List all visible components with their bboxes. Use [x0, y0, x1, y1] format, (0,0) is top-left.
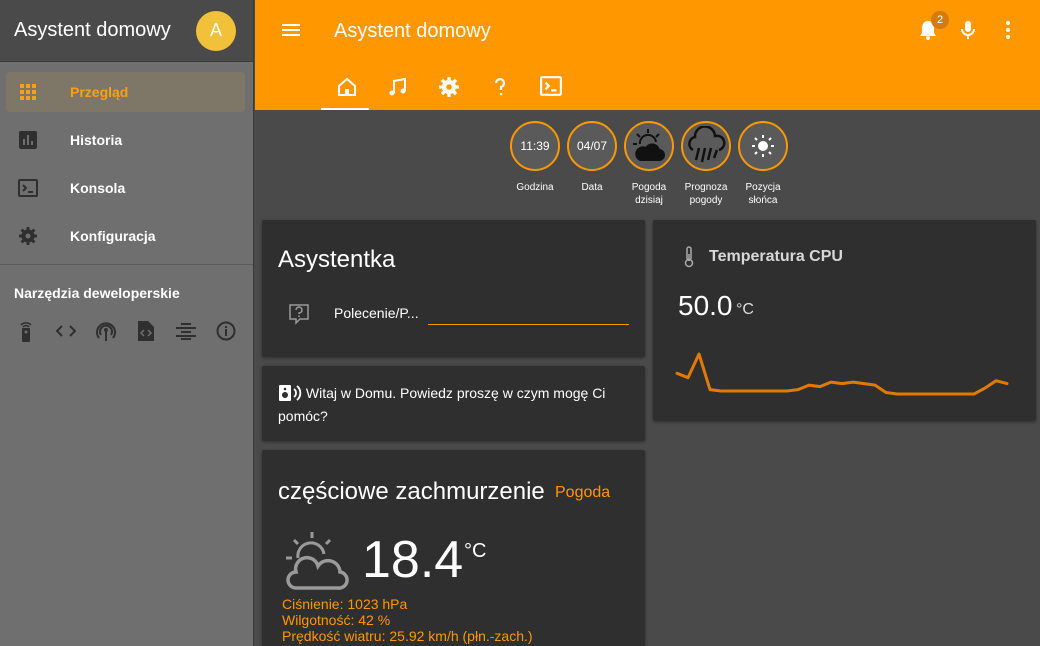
dev-tools-icons: [0, 321, 253, 342]
tab-home[interactable]: [321, 68, 372, 110]
sidebar-nav: Przegląd Historia Konsola Konfiguracja: [0, 62, 253, 256]
gear-icon: [438, 76, 460, 103]
weather-pressure: Ciśnienie: 1023 hPa: [282, 596, 408, 612]
sidebar-title: Asystent domowy: [14, 19, 171, 41]
menu-icon[interactable]: [279, 18, 303, 42]
console-icon: [18, 178, 38, 198]
command-input[interactable]: [428, 324, 629, 325]
comment-question-icon: [288, 303, 310, 325]
partly-cloudy-icon: [624, 121, 674, 171]
badge-prognoza[interactable]: Prognoza pogody: [681, 121, 731, 207]
help-icon: [489, 76, 511, 103]
weather-wind: Prędkość wiatru: 25.92 km/h (płn.-zach.): [282, 628, 533, 644]
info-icon[interactable]: [216, 321, 236, 341]
home-icon: [336, 76, 358, 103]
badge-label: Pogoda dzisiaj: [631, 182, 667, 206]
state-badges: 11:39 Godzina 04/07 Data Pogoda dzisiaj …: [510, 121, 788, 207]
file-code-icon[interactable]: [136, 321, 156, 341]
badge-value: 11:39: [510, 121, 560, 171]
sidebar-item-label: Konsola: [70, 180, 126, 196]
page-title: Asystent domowy: [334, 20, 491, 42]
welcome-text: Witaj w Domu. Powiedz proszę w czym mogę…: [278, 385, 606, 424]
badge-value: 04/07: [567, 121, 617, 171]
sidebar-item-label: Konfiguracja: [70, 228, 156, 244]
sidebar-item-label: Przegląd: [70, 84, 129, 100]
weather-entity-link[interactable]: Pogoda: [555, 484, 610, 502]
card-title: Asystentka: [278, 246, 396, 273]
remote-icon[interactable]: [16, 321, 36, 342]
partly-cloudy-icon: [282, 530, 350, 592]
cpu-temperature-sparkline: [675, 352, 1009, 396]
avatar[interactable]: A: [196, 10, 236, 51]
weather-condition: częściowe zachmurzenie: [278, 478, 545, 505]
tab-settings[interactable]: [423, 68, 474, 110]
badge-pozycja-slonca[interactable]: Pozycja słońca: [738, 121, 788, 207]
badge-label: Prognoza pogody: [684, 182, 728, 206]
badge-godzina[interactable]: 11:39 Godzina: [510, 121, 560, 207]
more-vert-icon[interactable]: [996, 18, 1020, 42]
badge-label: Godzina: [516, 182, 554, 193]
sidebar-item-konfiguracja[interactable]: Konfiguracja: [6, 216, 245, 256]
weather-temperature: 18.4: [362, 531, 464, 589]
microphone-icon[interactable]: [956, 18, 980, 42]
badge-label: Pozycja słońca: [745, 182, 781, 206]
console-icon: [539, 76, 562, 101]
badge-label: Data: [581, 182, 603, 193]
sidebar-item-historia[interactable]: Historia: [6, 120, 245, 160]
weather-card[interactable]: częściowe zachmurzenie Pogoda 18.4 °C Ci…: [262, 450, 645, 646]
badge-pogoda-dzisiaj[interactable]: Pogoda dzisiaj: [624, 121, 674, 207]
weather-humidity: Wilgotność: 42 %: [282, 612, 391, 628]
cpu-temperature-unit: °C: [736, 301, 754, 318]
view-tabs: [321, 68, 576, 110]
weather-temperature-unit: °C: [464, 540, 487, 562]
sidebar-item-label: Historia: [70, 132, 123, 148]
welcome-card: Witaj w Domu. Powiedz proszę w czym mogę…: [262, 366, 645, 441]
music-icon: [387, 76, 409, 103]
notification-badge: 2: [931, 11, 949, 29]
cpu-temperature-card[interactable]: Temperatura CPU 50.0 °C: [653, 220, 1036, 421]
tab-console[interactable]: [525, 68, 576, 110]
apps-grid-icon: [18, 82, 38, 102]
code-icon[interactable]: [56, 321, 76, 341]
sidebar-header: Asystent domowy A: [0, 0, 253, 62]
chart-bar-icon: [18, 130, 38, 150]
tab-help[interactable]: [474, 68, 525, 110]
speaker-icon: [278, 384, 302, 402]
cpu-history-line: [675, 352, 1009, 396]
command-input-label: Polecenie/P...: [334, 305, 419, 321]
top-app-bar: Asystent domowy 2: [255, 0, 1040, 110]
sun-icon: [738, 121, 788, 171]
assistant-card: Asystentka Polecenie/P...: [262, 220, 645, 357]
card-title: Temperatura CPU: [709, 248, 843, 265]
list-icon[interactable]: [176, 321, 196, 341]
sidebar-item-konsola[interactable]: Konsola: [6, 168, 245, 208]
weather-details: Ciśnienie: 1023 hPa Wilgotność: 42 % Prę…: [282, 596, 533, 644]
dev-tools-title: Narzędzia deweloperskie: [14, 285, 180, 301]
badge-data[interactable]: 04/07 Data: [567, 121, 617, 207]
sidebar-item-przeglad[interactable]: Przegląd: [6, 72, 245, 112]
welcome-message: Witaj w Domu. Powiedz proszę w czym mogę…: [278, 382, 628, 428]
sidebar: Asystent domowy A Przegląd Historia Kons…: [0, 0, 254, 646]
tab-music[interactable]: [372, 68, 423, 110]
rain-cloud-icon: [681, 121, 731, 171]
gear-icon: [18, 226, 38, 246]
thermometer-icon: [681, 246, 697, 268]
cpu-temperature-value: 50.0: [678, 290, 733, 321]
broadcast-icon[interactable]: [96, 321, 116, 341]
